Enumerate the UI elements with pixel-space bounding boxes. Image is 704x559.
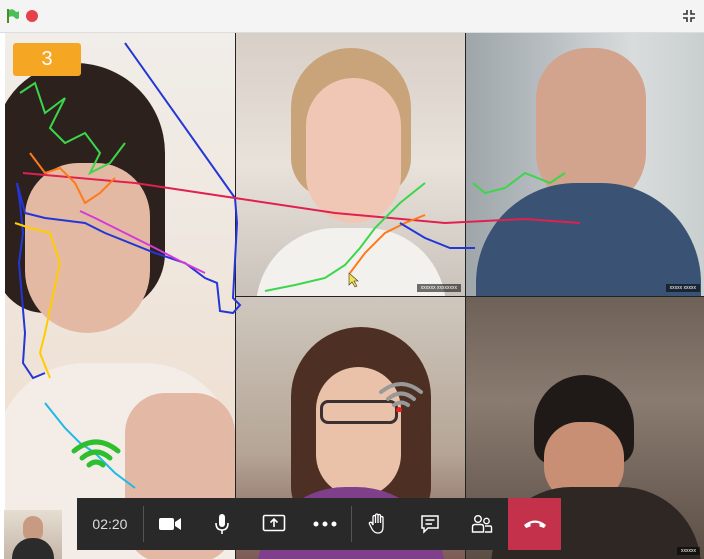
trace-blue — [16, 42, 242, 380]
self-view-thumbnail[interactable] — [4, 510, 62, 559]
raise-hand-icon — [369, 513, 385, 534]
share-screen-button[interactable] — [248, 498, 300, 550]
stop-icon[interactable] — [26, 10, 38, 22]
more-options-button[interactable] — [300, 498, 352, 550]
microphone-button[interactable] — [196, 498, 248, 550]
trace-red — [22, 172, 581, 225]
trace-rainbow-6 — [349, 214, 426, 274]
chat-icon — [421, 515, 439, 534]
hang-up-button[interactable] — [508, 498, 561, 550]
call-timer: 02:20 — [92, 516, 128, 532]
participants-icon — [471, 515, 493, 533]
video-grid: xxxxxx xxxxxxxx xxxxx xxxxx xxxxxx 3 — [5, 33, 704, 559]
more-options-icon — [313, 521, 337, 527]
trace-rainbow-7 — [472, 171, 566, 195]
score-badge: 3 — [13, 43, 81, 76]
camera-icon — [158, 518, 181, 530]
call-controls-bar: 02:20 — [77, 498, 561, 550]
self-view-body — [12, 538, 54, 559]
trace-magenta — [79, 210, 206, 274]
window-toolbar — [0, 0, 704, 33]
trace-rainbow-5 — [264, 182, 426, 292]
cursor-trace-overlay — [14, 42, 581, 489]
microphone-icon — [214, 514, 229, 534]
share-screen-icon — [262, 514, 285, 532]
participants-button[interactable] — [456, 498, 508, 550]
weak-signal-icon — [379, 382, 423, 412]
trace-rainbow-8 — [399, 222, 475, 249]
wifi-signal-icon — [71, 439, 121, 468]
green-flag-icon[interactable] — [6, 9, 20, 23]
raise-hand-button[interactable] — [352, 498, 404, 550]
hang-up-icon — [523, 520, 546, 528]
fullscreen-icon[interactable] — [682, 9, 696, 23]
camera-button[interactable] — [144, 498, 196, 550]
mouse-cursor-icon — [348, 272, 359, 288]
chat-button[interactable] — [404, 498, 456, 550]
